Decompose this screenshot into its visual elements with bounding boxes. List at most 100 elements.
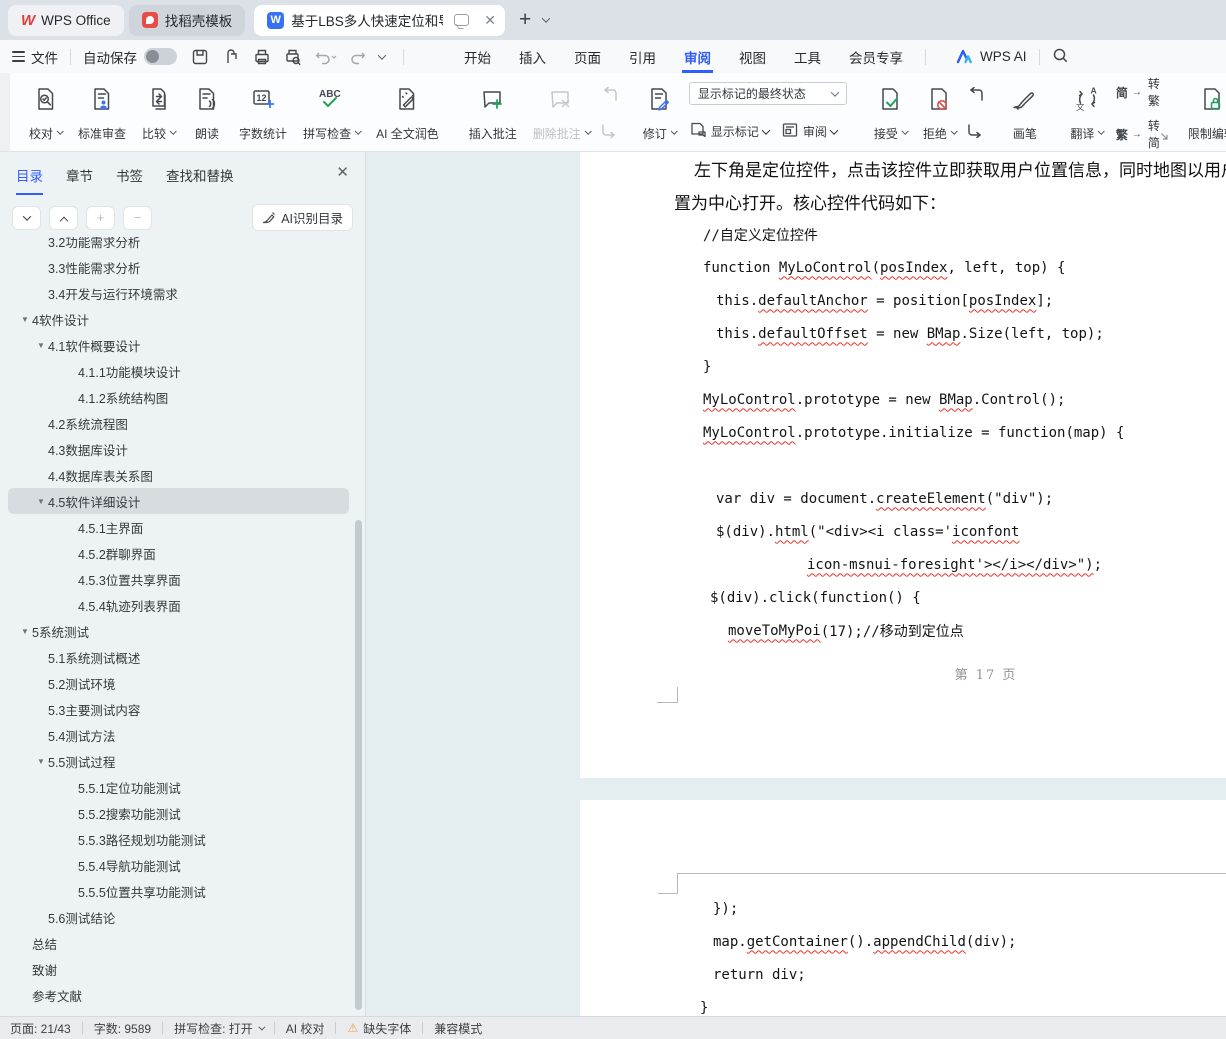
tab-list-chevron-icon[interactable]	[542, 14, 550, 22]
compare-button[interactable]: 比较	[135, 80, 182, 146]
outline-item[interactable]: 4.1.1功能模块设计	[8, 358, 349, 384]
menu-tab-工具[interactable]: 工具	[792, 40, 823, 73]
translate-button[interactable]: 文A 翻译	[1064, 80, 1110, 146]
spellcheck-indicator[interactable]: 拼写检查: 打开	[174, 1020, 263, 1037]
outline-item[interactable]: 5.5.1定位功能测试	[8, 774, 349, 800]
sidebar-tab-书签[interactable]: 书签	[116, 165, 143, 195]
spell-check-button[interactable]: ABC 拼写检查	[296, 80, 367, 146]
outline-item[interactable]: 5.4测试方法	[8, 722, 349, 748]
expand-group-icon[interactable]	[1160, 128, 1169, 146]
outline-item[interactable]: 5.5.5位置共享功能测试	[8, 878, 349, 904]
previous-comment-icon[interactable]	[601, 84, 618, 104]
outline-item[interactable]: 参考文献	[8, 982, 349, 1008]
menu-tab-视图[interactable]: 视图	[737, 40, 768, 73]
page-indicator[interactable]: 页面: 21/43	[10, 1020, 71, 1037]
outline-item[interactable]: 5.5.4导航功能测试	[8, 852, 349, 878]
standard-review-button[interactable]: 标准审查	[71, 80, 133, 146]
read-aloud-button[interactable]: 朗读	[184, 80, 230, 146]
expand-arrow-icon[interactable]: ▼	[34, 757, 48, 766]
print-button[interactable]	[253, 48, 271, 66]
next-comment-icon[interactable]	[601, 120, 618, 140]
outline-item[interactable]: 5.5.2搜索功能测试	[8, 800, 349, 826]
insert-comment-button[interactable]: 插入批注	[462, 80, 524, 146]
outline-item[interactable]: 4.3数据库设计	[8, 436, 349, 462]
expand-arrow-icon[interactable]: ▼	[18, 315, 32, 324]
outline-item[interactable]: 5.5.3路径规划功能测试	[8, 826, 349, 852]
document-page-17[interactable]: 左下角是定位控件，点击该控件立即获取用户位置信息，同时地图以用户置为中心打开。核…	[580, 152, 1226, 778]
outline-item[interactable]: 5.1系统测试概述	[8, 644, 349, 670]
file-menu[interactable]: 文件	[31, 47, 58, 67]
outline-item[interactable]: 4.1.2系统结构图	[8, 384, 349, 410]
wps-ai-button[interactable]: WPS AI	[956, 49, 1027, 64]
menu-tab-开始[interactable]: 开始	[462, 40, 493, 73]
outline-item[interactable]: 3.4开发与运行环境需求	[8, 280, 349, 306]
hamburger-menu-icon[interactable]	[12, 51, 25, 62]
sidebar-tab-章节[interactable]: 章节	[66, 165, 93, 195]
save-button[interactable]	[191, 48, 209, 66]
menu-tab-审阅[interactable]: 审阅	[682, 40, 713, 73]
outline-item[interactable]: ▼4.5软件详细设计	[8, 488, 349, 514]
close-sidebar-icon[interactable]: ✕	[336, 163, 349, 181]
show-markup-button[interactable]: 显示标记	[689, 121, 769, 142]
outline-item[interactable]: 3.2功能需求分析	[8, 237, 349, 254]
ai-polish-button[interactable]: AI 全文润色	[369, 80, 446, 146]
document-page-18[interactable]: });map.getContainer().appendChild(div);r…	[580, 800, 1226, 1016]
collapse-all-button[interactable]: −	[123, 206, 152, 230]
outline-item[interactable]: 4.5.4轨迹列表界面	[8, 592, 349, 618]
expand-arrow-icon[interactable]: ▼	[34, 341, 48, 350]
restrict-editing-button[interactable]: 限制编辑	[1181, 80, 1226, 146]
export-button[interactable]	[222, 48, 240, 66]
new-tab-button[interactable]: +	[519, 8, 531, 32]
to-traditional-button[interactable]: 简→ 转繁	[1116, 75, 1161, 109]
outline-item[interactable]: 致谢	[8, 956, 349, 982]
redo-button[interactable]	[350, 49, 366, 65]
outline-item[interactable]: 3.3性能需求分析	[8, 254, 349, 280]
outline-item[interactable]: 4.5.1主界面	[8, 514, 349, 540]
autosave-toggle[interactable]	[144, 48, 177, 65]
search-icon[interactable]	[1052, 47, 1069, 67]
to-simplified-button[interactable]: 繁→ 转简	[1116, 117, 1161, 151]
expand-all-button[interactable]: +	[86, 206, 115, 230]
outline-item[interactable]: 4.5.3位置共享界面	[8, 566, 349, 592]
accept-change-button[interactable]: 接受	[867, 80, 914, 146]
outline-item[interactable]: ▼5系统测试	[8, 618, 349, 644]
outline-item[interactable]: ▼4.1软件概要设计	[8, 332, 349, 358]
outline-item[interactable]: 4.2系统流程图	[8, 410, 349, 436]
comment-bubble-icon[interactable]	[454, 14, 469, 26]
menu-tab-页面[interactable]: 页面	[572, 40, 603, 73]
outline-item[interactable]: 4.4数据库表关系图	[8, 462, 349, 488]
outline-item[interactable]: ▼4软件设计	[8, 306, 349, 332]
expand-arrow-icon[interactable]: ▼	[34, 497, 48, 506]
close-tab-icon[interactable]: ✕	[484, 12, 496, 29]
sidebar-tab-目录[interactable]: 目录	[16, 165, 43, 195]
expand-arrow-icon[interactable]: ▼	[18, 627, 32, 636]
previous-change-icon[interactable]	[967, 84, 984, 104]
expand-next-button[interactable]	[12, 206, 41, 230]
menu-tab-插入[interactable]: 插入	[517, 40, 548, 73]
word-count-indicator[interactable]: 字数: 9589	[94, 1020, 151, 1037]
outline-item[interactable]: 4.5.2群聊界面	[8, 540, 349, 566]
tab-wps-home[interactable]: W WPS Office	[8, 5, 124, 36]
markup-state-dropdown[interactable]: 显示标记的最终状态	[689, 82, 847, 105]
outline-item[interactable]: 5.3主要测试内容	[8, 696, 349, 722]
collapse-prev-button[interactable]	[49, 206, 78, 230]
toolbar-options-chevron-icon[interactable]	[378, 51, 386, 59]
delete-comment-button[interactable]: 删除批注	[526, 80, 597, 146]
proofread-button[interactable]: 校对	[22, 80, 69, 146]
outline-item[interactable]: ▼5.5测试过程	[8, 748, 349, 774]
next-change-icon[interactable]	[967, 120, 984, 140]
missing-font-warning[interactable]: ⚠缺失字体	[347, 1020, 411, 1037]
menu-tab-引用[interactable]: 引用	[627, 40, 658, 73]
word-count-button[interactable]: 12 字数统计	[232, 80, 294, 146]
outline-item[interactable]: 5.6测试结论	[8, 904, 349, 930]
ai-proofread-indicator[interactable]: AI 校对	[286, 1020, 325, 1037]
outline-item[interactable]: 总结	[8, 930, 349, 956]
menu-tab-会员专享[interactable]: 会员专享	[847, 40, 905, 73]
sidebar-scrollbar[interactable]	[355, 520, 362, 1010]
outline-item[interactable]: 5.2测试环境	[8, 670, 349, 696]
compatibility-mode-indicator[interactable]: 兼容模式	[434, 1020, 482, 1037]
ai-recognize-toc-button[interactable]: AI识别目录	[252, 204, 353, 231]
undo-button[interactable]	[315, 49, 337, 65]
tab-document-active[interactable]: W 基于LBS多人快速定位和导航A ✕	[254, 5, 505, 36]
tab-docer-templates[interactable]: 找稻壳模板	[129, 5, 246, 36]
